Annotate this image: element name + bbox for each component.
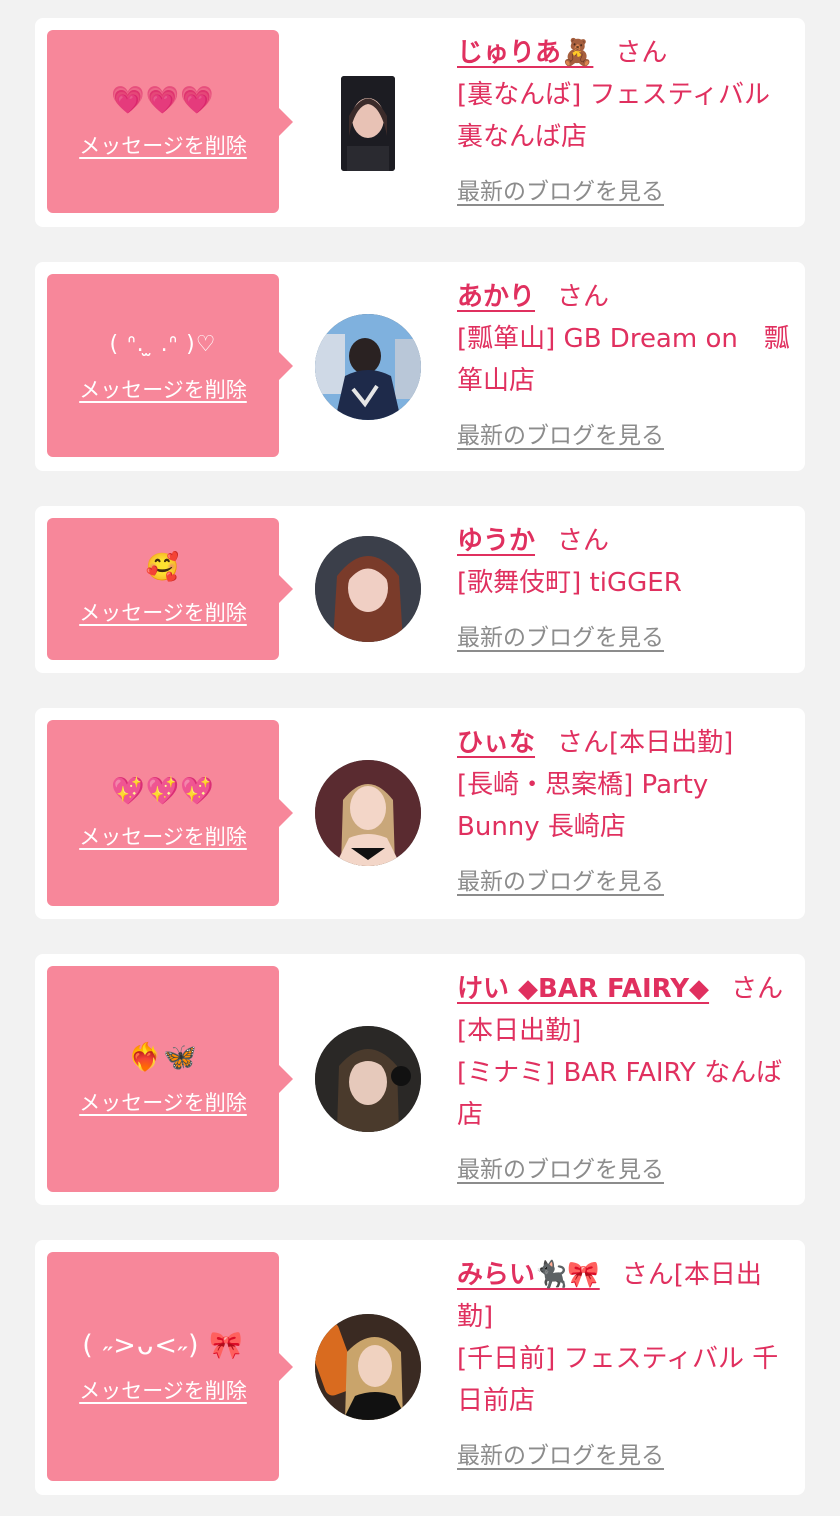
honorific: さん bbox=[557, 282, 610, 312]
name-line: ゆうか さん bbox=[457, 520, 793, 562]
latest-blog-link[interactable]: 最新のブログを見る bbox=[457, 862, 664, 896]
name-line: みらい🐈‍⬛🎀 さん[本日出勤] bbox=[457, 1254, 793, 1338]
message-card: ❤️‍🔥🦋 メッセージを削除 けい ◆BAR FAIRY◆ さん [本日出勤] [… bbox=[35, 954, 805, 1205]
name-line: じゅりあ🧸 さん bbox=[457, 32, 793, 74]
latest-blog-link[interactable]: 最新のブログを見る bbox=[457, 1436, 664, 1470]
name-line: ひぃな さん[本日出勤] bbox=[457, 722, 793, 764]
card-info: みらい🐈‍⬛🎀 さん[本日出勤] [千日前] フェスティバル 千日前店 最新のブロ… bbox=[457, 1254, 793, 1470]
card-info: ゆうか さん [歌舞伎町] tiGGER 最新のブログを見る bbox=[457, 520, 793, 652]
shop-name: [裏なんば] フェスティバル 裏なんば店 bbox=[457, 80, 770, 152]
message-card: 💖💖💖 メッセージを削除 ひぃな さん[本日出勤] [長崎・思案橋] Party … bbox=[35, 708, 805, 919]
latest-blog-link[interactable]: 最新のブログを見る bbox=[457, 1150, 664, 1184]
delete-message-link[interactable]: メッセージを削除 bbox=[79, 130, 247, 160]
message-card: 🥰 メッセージを削除 ゆうか さん [歌舞伎町] tiGGER 最新のブログを見る bbox=[35, 506, 805, 673]
delete-message-link[interactable]: メッセージを削除 bbox=[79, 821, 247, 851]
delete-message-link[interactable]: メッセージを削除 bbox=[79, 597, 247, 627]
latest-blog-link[interactable]: 最新のブログを見る bbox=[457, 416, 664, 450]
message-text: 🥰 bbox=[145, 552, 181, 583]
work-status: [本日出勤] bbox=[457, 1016, 582, 1046]
delete-message-link[interactable]: メッセージを削除 bbox=[79, 1375, 247, 1405]
name-line: けい ◆BAR FAIRY◆ さん bbox=[457, 968, 793, 1010]
honorific: さん bbox=[615, 38, 668, 68]
avatar[interactable] bbox=[315, 1026, 421, 1132]
shop-name: [瓢箪山] GB Dream on 瓢箪山店 bbox=[457, 324, 790, 396]
honorific: さん bbox=[557, 526, 610, 556]
honorific: さん bbox=[731, 974, 784, 1004]
message-text: ( ˶>ᴗ<˶) 🎀 bbox=[82, 1329, 244, 1361]
message-card: ( ᐢ. ̫ .ᐢ )♡ メッセージを削除 あかり さん [瓢箪山] GB Dre… bbox=[35, 262, 805, 471]
message-bubble: ❤️‍🔥🦋 メッセージを削除 bbox=[47, 966, 293, 1192]
shop-name: [千日前] フェスティバル 千日前店 bbox=[457, 1344, 779, 1416]
card-info: あかり さん [瓢箪山] GB Dream on 瓢箪山店 最新のブログを見る bbox=[457, 276, 793, 450]
avatar-photo bbox=[315, 1314, 421, 1420]
avatar-photo bbox=[315, 314, 421, 420]
avatar[interactable] bbox=[341, 76, 395, 171]
message-text: 💖💖💖 bbox=[111, 776, 215, 807]
latest-blog-link[interactable]: 最新のブログを見る bbox=[457, 172, 664, 206]
shop-name: [ミナミ] BAR FAIRY なんば店 bbox=[457, 1058, 783, 1130]
message-text: ( ᐢ. ̫ .ᐢ )♡ bbox=[109, 331, 217, 357]
avatar[interactable] bbox=[315, 1314, 421, 1420]
delete-message-link[interactable]: メッセージを削除 bbox=[79, 374, 247, 404]
avatar[interactable] bbox=[315, 536, 421, 642]
message-bubble: 💗💗💗 メッセージを削除 bbox=[47, 30, 293, 213]
cast-name-link[interactable]: けい ◆BAR FAIRY◆ bbox=[457, 974, 709, 1004]
delete-message-link[interactable]: メッセージを削除 bbox=[79, 1087, 247, 1117]
message-text: 💗💗💗 bbox=[111, 84, 215, 116]
honorific: さん[本日出勤] bbox=[557, 728, 734, 758]
message-card: ( ˶>ᴗ<˶) 🎀 メッセージを削除 みらい🐈‍⬛🎀 さん[本日出勤] [千日前… bbox=[35, 1240, 805, 1495]
card-info: けい ◆BAR FAIRY◆ さん [本日出勤] [ミナミ] BAR FAIRY … bbox=[457, 968, 793, 1184]
avatar[interactable] bbox=[315, 760, 421, 866]
message-list: 💗💗💗 メッセージを削除 じゅりあ🧸 さん [裏なんば] フェスティバル 裏なんば… bbox=[0, 0, 840, 1516]
message-card: 💗💗💗 メッセージを削除 じゅりあ🧸 さん [裏なんば] フェスティバル 裏なんば… bbox=[35, 18, 805, 227]
avatar[interactable] bbox=[315, 314, 421, 420]
avatar-photo bbox=[315, 760, 421, 866]
card-info: じゅりあ🧸 さん [裏なんば] フェスティバル 裏なんば店 最新のブログを見る bbox=[457, 32, 793, 206]
shop-name: [歌舞伎町] tiGGER bbox=[457, 568, 682, 598]
cast-name-link[interactable]: じゅりあ🧸 bbox=[457, 38, 593, 68]
cast-name-link[interactable]: ゆうか bbox=[457, 526, 535, 556]
message-text: ❤️‍🔥🦋 bbox=[128, 1042, 198, 1073]
message-bubble: ( ᐢ. ̫ .ᐢ )♡ メッセージを削除 bbox=[47, 274, 293, 457]
message-bubble: 🥰 メッセージを削除 bbox=[47, 518, 293, 660]
cast-name-link[interactable]: みらい🐈‍⬛🎀 bbox=[457, 1260, 600, 1290]
card-info: ひぃな さん[本日出勤] [長崎・思案橋] Party Bunny 長崎店 最新の… bbox=[457, 722, 793, 896]
cast-name-link[interactable]: ひぃな bbox=[457, 728, 535, 758]
shop-name: [長崎・思案橋] Party Bunny 長崎店 bbox=[457, 770, 709, 842]
message-bubble: 💖💖💖 メッセージを削除 bbox=[47, 720, 293, 906]
avatar-photo bbox=[315, 1026, 421, 1132]
latest-blog-link[interactable]: 最新のブログを見る bbox=[457, 618, 664, 652]
avatar-photo bbox=[341, 76, 395, 171]
message-bubble: ( ˶>ᴗ<˶) 🎀 メッセージを削除 bbox=[47, 1252, 293, 1481]
name-line: あかり さん bbox=[457, 276, 793, 318]
avatar-photo bbox=[315, 536, 421, 642]
cast-name-link[interactable]: あかり bbox=[457, 282, 535, 312]
